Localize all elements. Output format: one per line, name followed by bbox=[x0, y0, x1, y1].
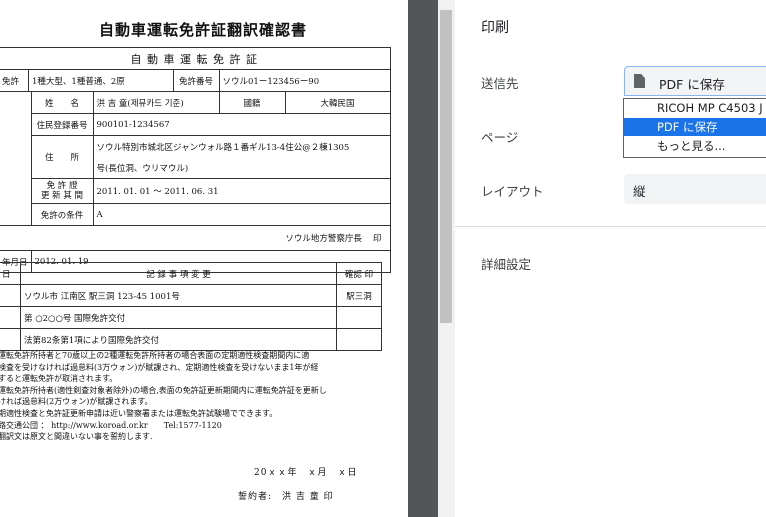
print-settings-panel: 印刷 送信先 PDF に保存 RICOH MP C4503 J PDF に保存 … bbox=[455, 0, 766, 517]
class-value: 1種大型、1種普通、2原 bbox=[28, 69, 174, 92]
sign-date: 20ｘｘ年 ｘ月 ｘ日 bbox=[254, 468, 358, 478]
validity-label: 免 許 證 更 新 其 間 bbox=[30, 178, 94, 204]
preview-scroll-thumb[interactable] bbox=[440, 10, 452, 323]
note-line: すると運転免許が取消されます。 bbox=[0, 374, 118, 384]
name-value: 洪 吉 童(제뮤카드 기준) bbox=[92, 91, 220, 114]
destination-option-save-pdf[interactable]: PDF に保存 bbox=[624, 118, 766, 136]
number-value: ソウル01ー123456ー90 bbox=[218, 69, 391, 92]
nationality-label: 國籍 bbox=[218, 91, 286, 114]
registration-label: 住民登録番号 bbox=[30, 113, 94, 136]
note-line: 期適性検査と免許証更新申請は近い警察署または運転免許試験場でできます。 bbox=[0, 408, 278, 418]
history-row: ソウル市 江南区 駅三洞 123-45 1001号 bbox=[20, 284, 337, 307]
signer: 誓約者: 洪 吉 童 印 bbox=[238, 492, 334, 502]
history-row: 法第82条第1項により国際免許交付 bbox=[20, 328, 337, 351]
preview-page: 自動車運転免許証翻訳確認書 自 動 車 運 転 免 許 証 免許 1種大型、1種… bbox=[0, 0, 408, 517]
history-seal bbox=[336, 306, 382, 329]
validity-value: 2011. 01. 01 ～ 2011. 06. 31 bbox=[92, 178, 391, 204]
history-seal bbox=[336, 328, 382, 351]
print-preview-area: 自動車運転免許証翻訳確認書 自 動 車 運 転 免 許 証 免許 1種大型、1種… bbox=[0, 0, 438, 517]
address-line-2: 号(長位洞、ウリマウル) bbox=[92, 157, 391, 179]
destination-option-ricoh[interactable]: RICOH MP C4503 J bbox=[624, 99, 766, 117]
file-document-icon bbox=[634, 74, 645, 88]
nationality-value: 大韓民国 bbox=[284, 91, 391, 114]
settings-divider bbox=[455, 226, 766, 227]
document-title: 自動車運転免許証翻訳確認書 bbox=[98, 21, 307, 39]
note-line: ければ過怠料(2万ウォン)が賦課されます。 bbox=[0, 397, 153, 407]
conditions-value: A bbox=[92, 203, 391, 226]
destination-select[interactable]: PDF に保存 bbox=[624, 66, 766, 96]
destination-dropdown: RICOH MP C4503 J PDF に保存 もっと見る... bbox=[623, 98, 766, 158]
history-changes-header: 記 録 事 項 変 更 bbox=[20, 262, 337, 285]
note-line: 運転免許所持者と70歳以上の2種運転免許所持者の場合表面の定期適性検査期間内に適 bbox=[0, 351, 310, 360]
note-line: 検査を受けなければ過怠料(3万ウォン)が賦課され、定期適性検査を受けないまま1年… bbox=[0, 362, 319, 372]
history-row: 第 ○2○○号 国際免許交付 bbox=[20, 306, 337, 329]
conditions-label: 免許の条件 bbox=[30, 203, 94, 226]
history-confirm-header: 確認 印 bbox=[336, 262, 382, 285]
print-settings-title: 印刷 bbox=[481, 20, 509, 36]
note-line: 運転免許所持者(適性剣査対象者除外)の場合,表面の免許証更新期間内に運転免許証を… bbox=[0, 385, 327, 395]
license-table: 自 動 車 運 転 免 許 証 免許 1種大型、1種普通、2原 免許番号 ソウル… bbox=[0, 47, 391, 273]
address-line-1: ソウル特別市城北区ジャンウォル路１番ギル13-4住公@２棟1305 bbox=[92, 135, 391, 157]
destination-value: PDF に保存 bbox=[659, 77, 725, 92]
note-line: 翻訳文は原文と間違いない事を誓約します. bbox=[0, 432, 153, 442]
name-label: 姓 名 bbox=[30, 91, 94, 114]
layout-label: レイアウト bbox=[481, 184, 544, 199]
registration-value: 900101-1234567 bbox=[92, 113, 391, 136]
destination-option-see-more[interactable]: もっと見る... bbox=[624, 137, 766, 155]
history-date-header: 日 bbox=[0, 262, 21, 285]
validity-label-line-1: 免 許 證 bbox=[46, 181, 78, 191]
pages-label: ページ bbox=[481, 130, 519, 145]
notes-block: 運転免許所持者と70歳以上の2種運転免許所持者の場合表面の定期適性検査期間内に適… bbox=[0, 350, 388, 443]
license-heading: 自 動 車 運 転 免 許 証 bbox=[0, 47, 391, 70]
layout-select[interactable]: 縦 bbox=[624, 174, 766, 204]
issuer: ソウル地方警察庁長 印 bbox=[0, 225, 391, 251]
validity-label-line-2: 更 新 其 間 bbox=[40, 191, 84, 201]
address-label: 住 所 bbox=[30, 135, 94, 179]
history-table: 日 記 録 事 項 変 更 確認 印 ソウル市 江南区 駅三洞 123-45 1… bbox=[0, 262, 382, 351]
history-seal: 駅三洞 bbox=[336, 284, 382, 307]
photo-cell bbox=[0, 91, 32, 226]
layout-value: 縦 bbox=[633, 184, 646, 199]
more-settings-toggle[interactable]: 詳細設定 bbox=[481, 254, 531, 273]
destination-label: 送信先 bbox=[481, 76, 519, 91]
number-label: 免許番号 bbox=[172, 69, 220, 92]
class-label: 免許 bbox=[0, 69, 30, 92]
note-line: 路交通公団 ： http://www.koroad.or.kr Tel:1577… bbox=[0, 420, 222, 430]
